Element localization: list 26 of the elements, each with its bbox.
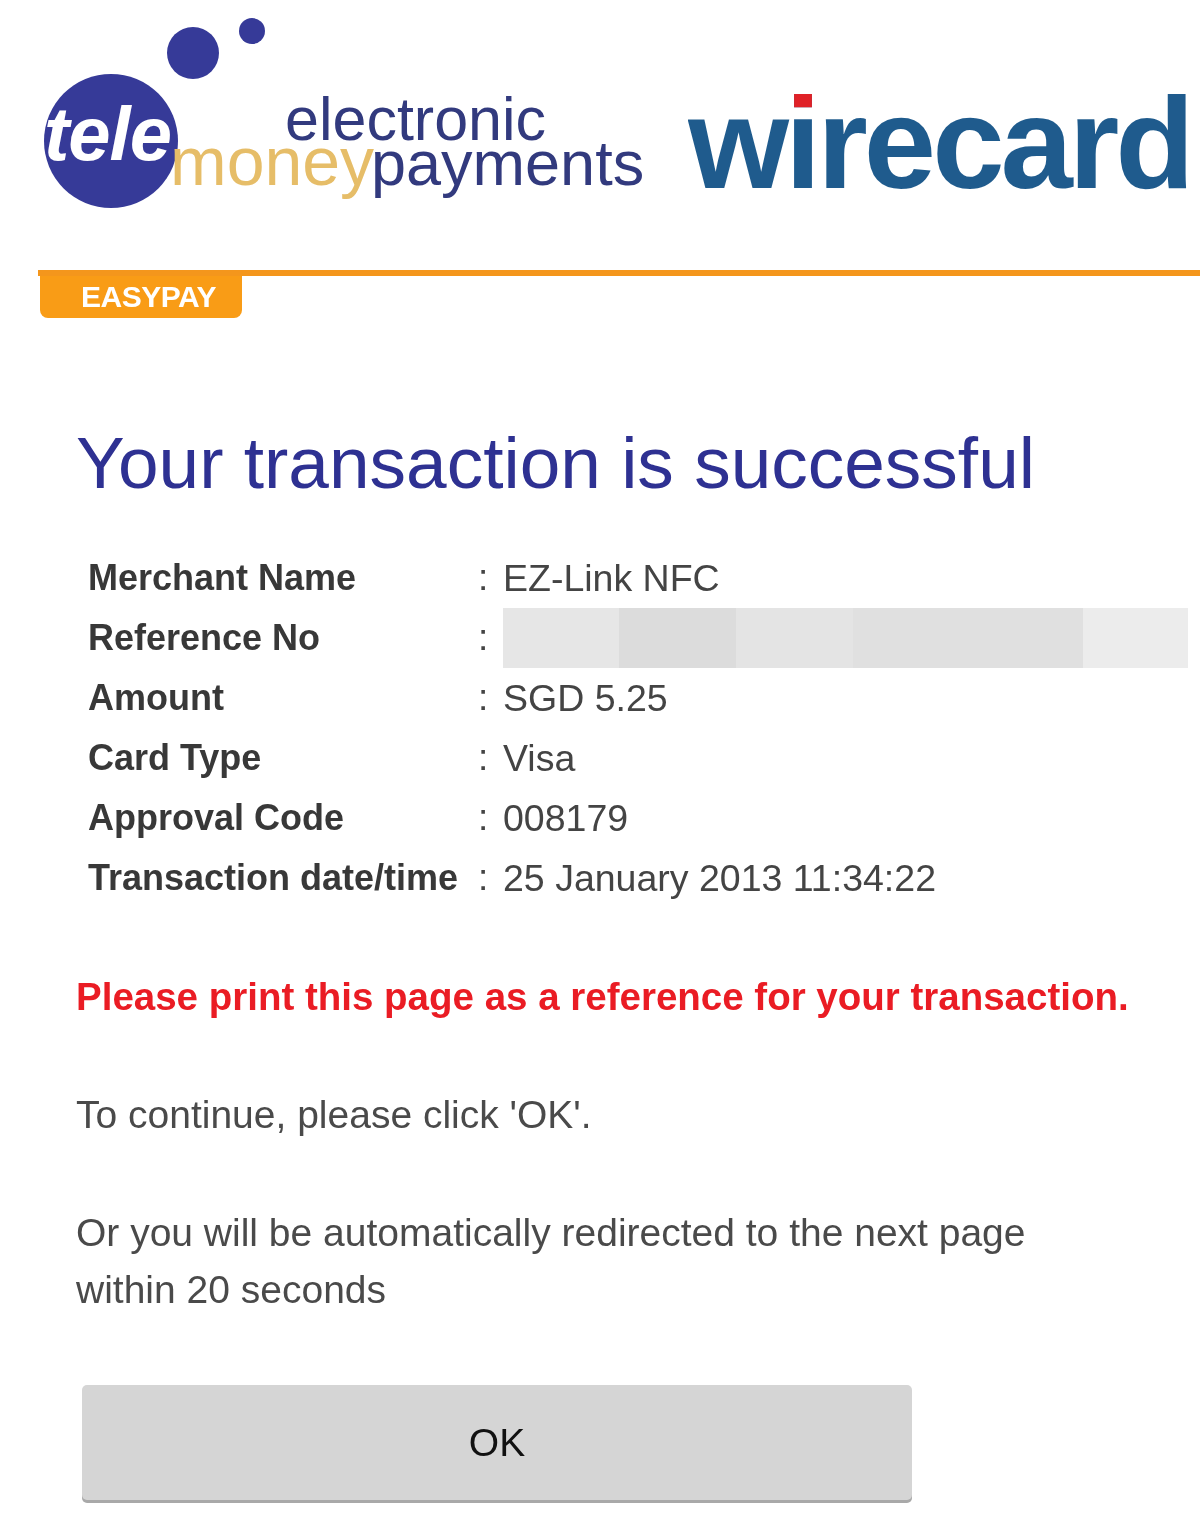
field-separator: :	[478, 737, 490, 779]
field-label: Approval Code	[88, 797, 346, 839]
instruction-text: Or you will be automatically redirected to the next page within 20 seconds	[76, 1210, 1027, 1313]
logo-text: tele	[44, 96, 171, 172]
field-label: Card Type	[88, 737, 263, 779]
field-value: 25 January 2013 11:34:22	[503, 856, 937, 900]
field-label: Transaction date/time	[88, 857, 460, 899]
field-value: Visa	[503, 736, 577, 780]
field-separator: :	[478, 557, 490, 599]
field-separator: :	[478, 617, 490, 659]
field-separator: :	[478, 797, 490, 839]
field-value: EZ-Link NFC	[503, 556, 721, 600]
service-label: EASYPAY	[40, 276, 242, 318]
ok-button[interactable]: OK	[82, 1385, 912, 1500]
field-label: Merchant Name	[88, 557, 358, 599]
page-title: Your transaction is successful	[76, 421, 1036, 505]
field-label: Amount	[88, 677, 225, 719]
field-value: 008179	[503, 796, 630, 840]
field-value: SGD 5.25	[503, 676, 669, 720]
instruction-text: To continue, please click 'OK'.	[76, 1092, 593, 1138]
notice-text: Please print this page as a reference for your transaction.	[76, 974, 1130, 1020]
logo-dot-icon	[239, 18, 265, 44]
field-separator: :	[478, 857, 490, 899]
field-label: Reference No	[88, 617, 322, 659]
logo-dot-icon	[167, 27, 219, 79]
field-separator: :	[478, 677, 490, 719]
